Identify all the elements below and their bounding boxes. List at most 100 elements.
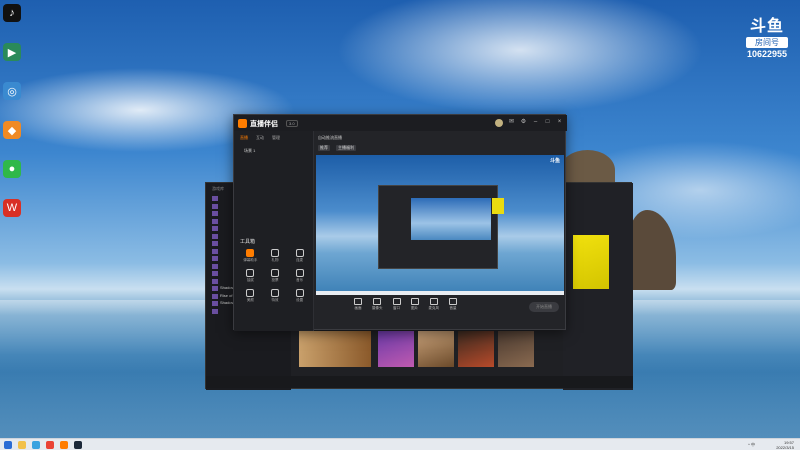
game-thumbnail[interactable]	[498, 331, 534, 367]
douyu-taskbar-icon[interactable]	[60, 441, 68, 449]
tab-manage[interactable]: 管理	[272, 135, 280, 141]
tab-live[interactable]: 直播	[240, 135, 248, 141]
game-thumb-icon	[212, 218, 218, 224]
source-label: 摄像头	[372, 306, 383, 310]
source-label: 麦克风	[428, 306, 440, 310]
beauty-icon	[246, 289, 255, 297]
tab-interact[interactable]: 互动	[256, 135, 264, 141]
desktop-icon-label	[0, 65, 25, 70]
source-label: 窗口	[393, 306, 400, 310]
stream-title[interactable]: 自动推流直播	[318, 135, 356, 141]
close-icon[interactable]: ×	[556, 119, 563, 126]
tool-beauty[interactable]: 美颜	[238, 289, 263, 303]
tool-label: 弹幕助手	[243, 258, 258, 262]
tiktok-icon[interactable]: ♪	[3, 4, 21, 22]
mail-icon[interactable]: ✉	[508, 119, 515, 126]
source-mic[interactable]: 麦克风	[428, 298, 440, 311]
taskbar: ^ 中 19:57 2022/3/15	[0, 438, 800, 450]
wechat-icon[interactable]: ●	[3, 160, 21, 178]
tray-icons[interactable]: ^ 中	[748, 442, 755, 448]
tool-settings[interactable]: 设置	[287, 289, 312, 303]
game-thumb-icon	[212, 196, 218, 201]
stream-info: 自动推流直播 推荐 主播福利	[318, 135, 356, 151]
desktop-icon-label	[0, 182, 25, 187]
tool-label: 投票	[271, 278, 279, 282]
avatar[interactable]	[495, 119, 503, 127]
source-volume[interactable]: 音量	[449, 298, 457, 311]
game-thumb-icon	[212, 211, 218, 216]
game-thumbnail[interactable]	[378, 331, 414, 367]
tools-grid: 弹幕助手 礼物 连麦抽奖 投票 音乐美颜 特效 设置	[238, 249, 312, 303]
app-icon-3[interactable]: ◆	[3, 121, 21, 139]
start-live-button[interactable]: 开始直播	[529, 302, 559, 312]
game-thumb-icon	[212, 286, 218, 291]
game-thumb-icon	[212, 301, 218, 306]
folder-icon[interactable]	[18, 441, 26, 449]
preview-taskbar	[316, 291, 564, 295]
tool-music[interactable]: 音乐	[287, 269, 312, 283]
camera-icon	[373, 298, 382, 305]
titlebar[interactable]: 直播伴侣 3.0 ✉ ⚙ – □ ×	[234, 115, 567, 131]
stream-tag[interactable]: 推荐	[318, 145, 330, 151]
stream-tags: 推荐 主播福利	[318, 145, 356, 151]
stream-tag[interactable]: 主播福利	[336, 145, 356, 151]
chrome-icon[interactable]	[46, 441, 54, 449]
gift-icon	[270, 249, 279, 257]
tool-connect[interactable]: 连麦	[287, 249, 312, 263]
game-thumbnail[interactable]	[458, 331, 494, 367]
douyu-logo: 斗鱼	[749, 18, 784, 35]
source-label: 图片	[411, 306, 418, 310]
source-window[interactable]: 窗口	[392, 298, 401, 311]
barrage-icon	[246, 249, 255, 257]
tool-gift[interactable]: 礼物	[263, 249, 288, 263]
effect-icon	[270, 289, 279, 297]
tools-title: 工具箱	[240, 239, 256, 245]
start-icon[interactable]	[4, 441, 12, 449]
scene-item[interactable]: 场景 1	[234, 145, 313, 157]
app-title: 直播伴侣	[250, 121, 278, 128]
nested-yellow-card	[492, 198, 504, 214]
app-icon-1[interactable]: ▶	[3, 43, 21, 61]
right-panel-title	[563, 183, 633, 189]
tool-barrage[interactable]: 弹幕助手	[238, 249, 263, 263]
source-screen[interactable]: 画面	[354, 298, 362, 311]
edge-icon[interactable]	[32, 441, 40, 449]
game-thumb-icon	[212, 256, 218, 261]
clock-date: 2022/3/15	[776, 445, 794, 450]
connect-icon	[295, 249, 304, 257]
minimize-icon[interactable]: –	[532, 119, 539, 126]
mic-icon	[429, 298, 438, 305]
wps-icon[interactable]: W	[3, 199, 21, 217]
maximize-icon[interactable]: □	[544, 119, 551, 126]
clock[interactable]: 19:57 2022/3/15	[776, 440, 794, 450]
live-assistant-window[interactable]: 直播伴侣 3.0 ✉ ⚙ – □ × 直播 互动 管理 场景 1 工具箱 弹幕助…	[233, 114, 567, 331]
promo-banner[interactable]	[299, 331, 371, 367]
steam-icon[interactable]	[74, 441, 82, 449]
game-thumb-icon	[212, 241, 218, 246]
settings-icon[interactable]: ⚙	[520, 119, 527, 126]
desktop-icons: ♪ ▶ ◎ ◆ ● W	[3, 4, 25, 238]
stream-preview[interactable]: 斗鱼	[316, 155, 564, 295]
tool-label: 音乐	[296, 278, 304, 282]
library-bottom-bar	[206, 376, 633, 388]
preview-douyu-logo: 斗鱼	[549, 158, 560, 164]
tool-label: 抽奖	[246, 278, 254, 282]
source-toolbar: 画面 摄像头 窗口 图片 麦克风 音量	[316, 298, 564, 322]
game-thumbnail[interactable]	[418, 331, 454, 367]
featured-game-card[interactable]	[573, 235, 609, 289]
screen-icon	[354, 298, 362, 305]
game-thumb-icon	[212, 293, 218, 299]
room-label: 房间号	[746, 37, 788, 48]
app-icon-2[interactable]: ◎	[3, 82, 21, 100]
tool-label: 特效	[271, 298, 279, 302]
source-camera[interactable]: 摄像头	[372, 298, 383, 311]
tool-lottery[interactable]: 抽奖	[238, 269, 263, 283]
tool-effect[interactable]: 特效	[263, 289, 288, 303]
tool-label: 美颜	[246, 298, 254, 302]
version-badge: 3.0	[286, 120, 298, 127]
game-thumb-icon	[212, 271, 218, 276]
game-thumb-icon	[212, 248, 218, 254]
source-image[interactable]: 图片	[410, 298, 419, 311]
tool-vote[interactable]: 投票	[263, 269, 288, 283]
volume-icon	[449, 298, 457, 305]
